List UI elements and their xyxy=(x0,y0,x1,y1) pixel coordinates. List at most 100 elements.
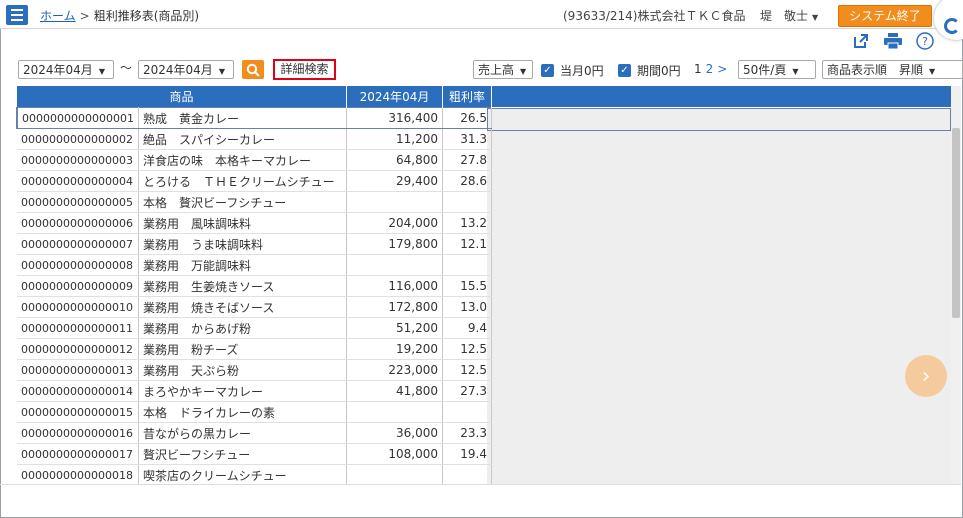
margin-rate-cell xyxy=(442,464,492,484)
margin-rate-cell: 9.4 xyxy=(442,317,492,339)
page-current: 1 xyxy=(694,62,702,76)
chevron-down-icon: ▼ xyxy=(98,67,105,76)
vertical-scrollbar[interactable] xyxy=(951,86,961,484)
product-code-cell: 0000000000000003 xyxy=(17,149,139,171)
column-header-product[interactable]: 商品 xyxy=(17,86,347,108)
grid-header-fill xyxy=(487,86,951,107)
current-month-zero-label: 当月0円 xyxy=(560,64,604,78)
metric-select[interactable]: 売上高 ▼ xyxy=(473,60,533,79)
table-row[interactable]: 0000000000000002 絶品 スパイシーカレー 11,200 31.3 xyxy=(17,128,492,150)
amount-cell: 41,800 xyxy=(346,380,443,402)
period-from-select[interactable]: 2024年04月 ▼ xyxy=(18,60,114,79)
amount-cell: 64,800 xyxy=(346,149,443,171)
amount-cell: 116,000 xyxy=(346,275,443,297)
product-name-cell: 本格 贅沢ビーフシチュー xyxy=(138,191,347,213)
user-name: 堤 敬士 xyxy=(760,9,809,23)
print-icon[interactable] xyxy=(884,32,902,50)
svg-text:?: ? xyxy=(922,35,928,48)
checkbox-checked-icon: ✓ xyxy=(541,64,554,77)
period-to-select[interactable]: 2024年04月 ▼ xyxy=(138,60,234,79)
product-code-cell: 0000000000000012 xyxy=(17,338,139,360)
product-name-cell: 昔ながらの黒カレー xyxy=(138,422,347,444)
advanced-search-button[interactable]: 詳細検索 xyxy=(273,59,336,80)
table-row[interactable]: 0000000000000007 業務用 うま味調味料 179,800 12.1 xyxy=(17,233,492,255)
table-row[interactable]: 0000000000000013 業務用 天ぷら粉 223,000 12.5 xyxy=(17,359,492,381)
table-row[interactable]: 0000000000000005 本格 贅沢ビーフシチュー xyxy=(17,191,492,213)
margin-rate-cell: 12.5 xyxy=(442,338,492,360)
period-zero-label: 期間0円 xyxy=(637,64,681,78)
table-row[interactable]: 0000000000000011 業務用 からあげ粉 51,200 9.4 xyxy=(17,317,492,339)
product-name-cell: 喫茶店のクリームシチュー xyxy=(138,464,347,484)
column-header-month[interactable]: 2024年04月 xyxy=(346,86,443,108)
amount-cell: 172,800 xyxy=(346,296,443,318)
product-name-cell: 業務用 からあげ粉 xyxy=(138,317,347,339)
scrollbar-thumb[interactable] xyxy=(952,128,960,318)
user-menu[interactable]: 堤 敬士 ▼ xyxy=(760,7,818,24)
product-code-cell: 0000000000000010 xyxy=(17,296,139,318)
help-icon[interactable]: ? xyxy=(916,32,934,50)
product-name-cell: 洋食店の味 本格キーマカレー xyxy=(138,149,347,171)
product-name-cell: 絶品 スパイシーカレー xyxy=(138,128,347,150)
product-code-cell: 0000000000000004 xyxy=(17,170,139,192)
product-name-cell: 業務用 風味調味料 xyxy=(138,212,347,234)
sort-value: 商品表示順 昇順 xyxy=(827,63,924,77)
margin-rate-cell: 13.2 xyxy=(442,212,492,234)
product-name-cell: とろける ＴＨＥクリームシチュー xyxy=(138,170,347,192)
home-link[interactable]: ホーム xyxy=(40,9,76,23)
chevron-right-icon[interactable]: > xyxy=(717,62,727,76)
page-link-2[interactable]: 2 xyxy=(706,62,714,76)
product-code-cell: 0000000000000001 xyxy=(16,107,139,129)
amount-cell: 179,800 xyxy=(346,233,443,255)
chevron-down-icon: ▼ xyxy=(218,67,225,76)
margin-rate-cell: 27.3 xyxy=(442,380,492,402)
product-name-cell: 贅沢ビーフシチュー xyxy=(138,443,347,465)
chevron-down-icon: ▼ xyxy=(812,13,819,22)
search-button[interactable] xyxy=(242,60,264,79)
product-code-cell: 0000000000000014 xyxy=(17,380,139,402)
chevron-down-icon: ▼ xyxy=(929,67,936,76)
table-row[interactable]: 0000000000000004 とろける ＴＨＥクリームシチュー 29,400 28… xyxy=(17,170,492,192)
margin-rate-cell: 27.8 xyxy=(442,149,492,171)
product-name-cell: 業務用 生姜焼きソース xyxy=(138,275,347,297)
current-month-zero-checkbox[interactable]: ✓ 当月0円 xyxy=(541,62,604,79)
chevron-right-icon[interactable]: › xyxy=(905,355,947,397)
table-row[interactable]: 0000000000000015 本格 ドライカレーの素 xyxy=(17,401,492,423)
table-row[interactable]: 0000000000000014 まろやかキーマカレー 41,800 27.3 xyxy=(17,380,492,402)
table-row[interactable]: 0000000000000016 昔ながらの黒カレー 36,000 23.3 xyxy=(17,422,492,444)
metric-value: 売上高 xyxy=(478,63,515,77)
per-page-value: 50件/頁 xyxy=(743,63,787,77)
table-row[interactable]: 0000000000000018 喫茶店のクリームシチュー xyxy=(17,464,492,484)
amount-cell: 108,000 xyxy=(346,443,443,465)
amount-cell: 19,200 xyxy=(346,338,443,360)
sort-select[interactable]: 商品表示順 昇順 ▼ xyxy=(822,60,963,79)
per-page-select[interactable]: 50件/頁 ▼ xyxy=(738,60,816,79)
data-grid: 商品 2024年04月 粗利率 0000000000000001 熟成 黄金カレー… xyxy=(16,86,951,484)
product-name-cell: 業務用 うま味調味料 xyxy=(138,233,347,255)
margin-rate-cell: 31.3 xyxy=(442,128,492,150)
margin-rate-cell: 13.0 xyxy=(442,296,492,318)
table-row[interactable]: 0000000000000008 業務用 万能調味料 xyxy=(17,254,492,276)
table-row[interactable]: 0000000000000009 業務用 生姜焼きソース 116,000 15.5 xyxy=(17,275,492,297)
column-header-margin-rate[interactable]: 粗利率 xyxy=(442,86,492,108)
exit-button[interactable]: システム終了 xyxy=(838,5,932,27)
margin-rate-cell: 19.4 xyxy=(442,443,492,465)
data-table: 商品 2024年04月 粗利率 0000000000000001 熟成 黄金カレー… xyxy=(16,86,492,484)
amount-cell xyxy=(346,254,443,276)
amount-cell: 51,200 xyxy=(346,317,443,339)
table-row[interactable]: 0000000000000012 業務用 粉チーズ 19,200 12.5 xyxy=(17,338,492,360)
table-row[interactable]: 0000000000000001 熟成 黄金カレー 316,400 26.5 xyxy=(16,107,492,129)
table-row[interactable]: 0000000000000006 業務用 風味調味料 204,000 13.2 xyxy=(17,212,492,234)
table-row[interactable]: 0000000000000010 業務用 焼きそばソース 172,800 13.0 xyxy=(17,296,492,318)
external-link-icon[interactable] xyxy=(852,32,870,50)
table-row[interactable]: 0000000000000017 贅沢ビーフシチュー 108,000 19.4 xyxy=(17,443,492,465)
product-code-cell: 0000000000000009 xyxy=(17,275,139,297)
margin-rate-cell xyxy=(442,254,492,276)
table-row[interactable]: 0000000000000003 洋食店の味 本格キーマカレー 64,800 27.8 xyxy=(17,149,492,171)
menu-icon[interactable] xyxy=(6,5,28,25)
checkbox-checked-icon: ✓ xyxy=(618,64,631,77)
search-icon xyxy=(246,63,260,77)
period-to-value: 2024年04月 xyxy=(143,63,213,77)
margin-rate-cell: 28.6 xyxy=(442,170,492,192)
period-zero-checkbox[interactable]: ✓ 期間0円 xyxy=(618,62,681,79)
product-name-cell: 熟成 黄金カレー xyxy=(138,107,347,129)
